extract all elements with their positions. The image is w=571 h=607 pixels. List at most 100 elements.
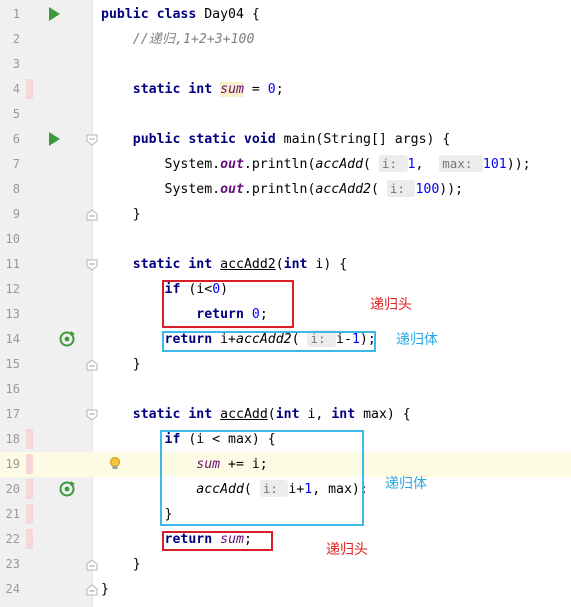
code-text[interactable]: static int accAdd(int i, int max) { xyxy=(101,402,411,427)
vcs-change-marker[interactable] xyxy=(26,479,33,499)
code-token: )); xyxy=(439,182,464,197)
code-token: int xyxy=(275,407,300,422)
code-line-5[interactable]: 5 xyxy=(0,102,571,127)
fold-close-icon[interactable] xyxy=(86,584,98,596)
vcs-change-marker[interactable] xyxy=(26,429,33,449)
code-token: //递归,1+2+3+100 xyxy=(132,32,255,47)
code-token: sum xyxy=(220,82,244,97)
code-line-24[interactable]: 24} xyxy=(0,577,571,602)
fold-open-icon[interactable] xyxy=(86,259,98,271)
code-line-6[interactable]: 6 public static void main(String[] args)… xyxy=(0,127,571,152)
code-line-7[interactable]: 7 System.out.println(accAdd( i: 1, max: … xyxy=(0,152,571,177)
code-text[interactable]: } xyxy=(101,577,109,602)
line-number: 8 xyxy=(12,182,20,196)
vcs-change-marker[interactable] xyxy=(26,529,33,549)
vcs-change-marker[interactable] xyxy=(26,454,33,474)
recursive-call-icon[interactable] xyxy=(58,480,76,498)
fold-open-icon[interactable] xyxy=(86,134,98,146)
code-token: Day04 { xyxy=(196,7,260,22)
code-token: ( xyxy=(275,257,284,272)
code-text[interactable]: } xyxy=(101,352,141,377)
code-token: = xyxy=(243,82,268,97)
code-line-4[interactable]: 4 static int sum = 0; xyxy=(0,77,571,102)
vcs-change-marker[interactable] xyxy=(26,504,33,524)
code-line-10[interactable]: 10 xyxy=(0,227,571,252)
code-line-9[interactable]: 9 } xyxy=(0,202,571,227)
recursive-call-icon[interactable] xyxy=(58,330,76,348)
run-icon[interactable] xyxy=(49,7,60,21)
code-line-17[interactable]: 17 static int accAdd(int i, int max) { xyxy=(0,402,571,427)
code-token: } xyxy=(101,207,141,222)
code-text[interactable]: System.out.println(accAdd( i: 1, max: 10… xyxy=(101,152,531,177)
code-token: .println( xyxy=(243,157,316,172)
code-token: } xyxy=(101,557,141,572)
code-token: out xyxy=(220,157,244,172)
code-line-22[interactable]: 22 return sum; xyxy=(0,527,571,552)
base-case-box-1 xyxy=(162,280,294,328)
code-token: ; xyxy=(275,82,284,97)
code-token: ( xyxy=(363,157,379,172)
line-number: 17 xyxy=(5,407,20,421)
line-number: 7 xyxy=(12,157,20,171)
code-text[interactable]: public class Day04 { xyxy=(101,2,260,27)
base-case-label-1: 递归头 xyxy=(370,297,412,313)
code-line-16[interactable]: 16 xyxy=(0,377,571,402)
fold-open-icon[interactable] xyxy=(86,409,98,421)
code-token: i, xyxy=(299,407,332,422)
code-token: } xyxy=(101,357,141,372)
code-token: accAdd2 xyxy=(315,182,371,197)
line-number: 14 xyxy=(5,332,20,346)
code-text[interactable]: } xyxy=(101,552,141,577)
code-token: public class xyxy=(101,7,197,22)
code-line-2[interactable]: 2 //递归,1+2+3+100 xyxy=(0,27,571,52)
parameter-hint: max: xyxy=(439,155,483,172)
vcs-change-marker[interactable] xyxy=(26,79,33,99)
code-token: ( xyxy=(370,182,387,197)
code-line-8[interactable]: 8 System.out.println(accAdd2( i: 100)); xyxy=(0,177,571,202)
code-line-11[interactable]: 11 static int accAdd2(int i) { xyxy=(0,252,571,277)
code-line-3[interactable]: 3 xyxy=(0,52,571,77)
fold-close-icon[interactable] xyxy=(86,359,98,371)
code-text[interactable]: static int accAdd2(int i) { xyxy=(101,252,347,277)
code-token: main(String[] args) { xyxy=(275,132,451,147)
code-text[interactable]: } xyxy=(101,202,141,227)
code-line-15[interactable]: 15 } xyxy=(0,352,571,377)
parameter-hint: i: xyxy=(378,155,408,172)
line-number: 5 xyxy=(12,107,20,121)
line-number: 24 xyxy=(5,582,20,596)
line-number: 13 xyxy=(5,307,20,321)
run-icon[interactable] xyxy=(49,132,60,146)
code-text[interactable]: static int sum = 0; xyxy=(101,77,284,102)
recursive-body-label-2: 递归体 xyxy=(385,476,427,492)
line-number: 18 xyxy=(5,432,20,446)
code-token: ( xyxy=(267,407,276,422)
code-token: 100 xyxy=(415,182,440,197)
line-number: 23 xyxy=(5,557,20,571)
code-line-1[interactable]: 1 public class Day04 { xyxy=(0,2,571,27)
code-token: } xyxy=(101,582,109,597)
code-token: accAdd xyxy=(220,407,268,422)
code-token: static int xyxy=(132,407,213,422)
code-token: , xyxy=(415,157,440,172)
code-token: int xyxy=(283,257,308,272)
line-number: 10 xyxy=(5,232,20,246)
code-text[interactable]: //递归,1+2+3+100 xyxy=(101,27,255,52)
fold-close-icon[interactable] xyxy=(86,559,98,571)
line-number: 16 xyxy=(5,382,20,396)
code-text[interactable]: public static void main(String[] args) { xyxy=(101,127,451,152)
code-token: static int xyxy=(132,82,213,97)
fold-close-icon[interactable] xyxy=(86,209,98,221)
code-token: static int xyxy=(132,257,213,272)
line-number: 4 xyxy=(12,82,20,96)
code-line-23[interactable]: 23 } xyxy=(0,552,571,577)
code-text[interactable]: System.out.println(accAdd2( i: 100)); xyxy=(101,177,463,202)
code-token: int xyxy=(331,407,356,422)
code-token: out xyxy=(220,182,244,197)
